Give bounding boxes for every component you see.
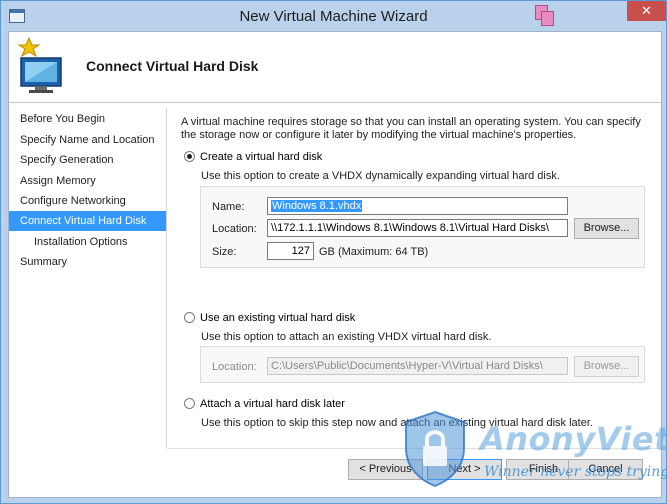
- nav-step-generation[interactable]: Specify Generation: [9, 150, 166, 170]
- existing-location-input[interactable]: C:\Users\Public\Documents\Hyper-V\Virtua…: [267, 357, 568, 375]
- close-button[interactable]: ✕: [627, 1, 666, 21]
- attach-later-description: Use this option to skip this step now an…: [201, 417, 593, 429]
- footer-divider: [167, 448, 661, 449]
- attach-later-radio[interactable]: [184, 398, 195, 409]
- wizard-client-area: Connect Virtual Hard Disk Before You Beg…: [8, 31, 662, 498]
- name-label: Name:: [212, 201, 245, 213]
- nav-step-networking[interactable]: Configure Networking: [9, 191, 166, 211]
- page-title: Connect Virtual Hard Disk: [86, 58, 259, 74]
- create-vhd-description: Use this option to create a VHDX dynamic…: [201, 170, 560, 182]
- existing-vhd-description: Use this option to attach an existing VH…: [201, 331, 492, 343]
- previous-button[interactable]: < Previous: [348, 459, 423, 480]
- app-overlay-icon: [535, 5, 554, 26]
- intro-text: A virtual machine requires storage so th…: [181, 116, 641, 141]
- nav-divider: [166, 108, 167, 448]
- vhd-name-value: Windows 8.1.vhdx: [271, 200, 363, 212]
- existing-browse-button[interactable]: Browse...: [574, 356, 639, 377]
- size-label: Size:: [212, 246, 237, 258]
- size-unit-text: GB (Maximum: 64 TB): [319, 246, 429, 258]
- vhd-name-input[interactable]: Windows 8.1.vhdx: [267, 197, 568, 215]
- wizard-header: Connect Virtual Hard Disk: [9, 32, 661, 103]
- create-vhd-radio[interactable]: [184, 151, 195, 162]
- cancel-button[interactable]: Cancel: [568, 459, 643, 480]
- attach-later-label[interactable]: Attach a virtual hard disk later: [200, 397, 345, 411]
- window-title: New Virtual Machine Wizard: [239, 8, 428, 25]
- vhd-size-input[interactable]: 127: [267, 242, 314, 260]
- virtual-machine-icon: [17, 36, 62, 93]
- nav-step-summary[interactable]: Summary: [9, 252, 166, 272]
- nav-step-connect-vhd[interactable]: Connect Virtual Hard Disk: [9, 211, 166, 231]
- next-button[interactable]: Next >: [427, 459, 502, 480]
- vhd-location-input[interactable]: \\172.1.1.1\Windows 8.1\Windows 8.1\Virt…: [267, 219, 568, 237]
- browse-button[interactable]: Browse...: [574, 218, 639, 239]
- title-bar[interactable]: New Virtual Machine Wizard ✕: [1, 1, 666, 31]
- create-vhd-label[interactable]: Create a virtual hard disk: [200, 150, 322, 164]
- location-label: Location:: [212, 223, 257, 235]
- existing-vhd-radio[interactable]: [184, 312, 195, 323]
- existing-vhd-label[interactable]: Use an existing virtual hard disk: [200, 311, 355, 325]
- nav-step-installation-options[interactable]: Installation Options: [9, 232, 166, 252]
- wizard-window: New Virtual Machine Wizard ✕ Connect Vir…: [0, 0, 667, 504]
- existing-vhd-group: Location: C:\Users\Public\Documents\Hype…: [200, 346, 645, 383]
- nav-step-before-you-begin[interactable]: Before You Begin: [9, 109, 166, 129]
- nav-step-name-location[interactable]: Specify Name and Location: [9, 130, 166, 150]
- create-vhd-group: Name: Windows 8.1.vhdx Location: \\172.1…: [200, 186, 645, 268]
- wizard-steps-nav: Before You Begin Specify Name and Locati…: [9, 107, 166, 407]
- existing-location-label: Location:: [212, 361, 257, 373]
- nav-step-memory[interactable]: Assign Memory: [9, 171, 166, 191]
